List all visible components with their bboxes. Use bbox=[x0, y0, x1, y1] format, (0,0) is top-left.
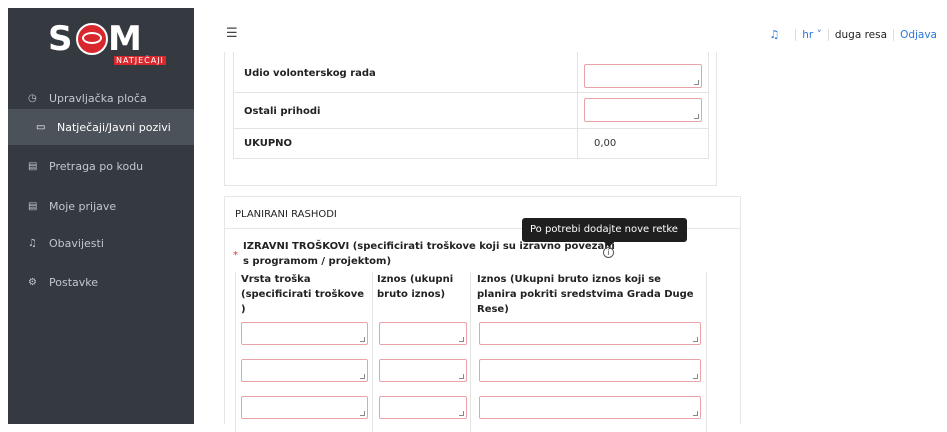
resize-handle-icon bbox=[459, 411, 464, 416]
amount-input[interactable] bbox=[379, 396, 467, 419]
column-divider bbox=[372, 272, 373, 432]
amount-input[interactable] bbox=[379, 322, 467, 345]
divider bbox=[795, 28, 797, 41]
logo-subtitle: NATJEČAJI bbox=[114, 56, 166, 65]
column-header: Vrsta troška (specificirati troškove ) bbox=[241, 274, 365, 315]
city-funded-amount-input[interactable] bbox=[479, 322, 701, 345]
table-row: UKUPNO 0,00 bbox=[233, 129, 709, 159]
resize-handle-icon bbox=[694, 80, 699, 85]
document-icon: ▤ bbox=[28, 200, 38, 212]
sidebar-item-label: Natječaji/Javni pozivi bbox=[57, 120, 171, 134]
logo[interactable]: S M NATJEČAJI bbox=[48, 19, 172, 65]
sidebar-item-label: Obavijesti bbox=[49, 236, 104, 250]
column-header: Iznos (Ukupni bruto iznos koji se planir… bbox=[477, 274, 694, 315]
menu-toggle-icon[interactable]: ☰ bbox=[226, 26, 238, 41]
section-title: PLANIRANI RASHODI bbox=[235, 209, 337, 220]
column-divider bbox=[577, 52, 578, 92]
user-name: duga resa bbox=[834, 28, 888, 41]
direct-costs-table: Vrsta troška (specificirati troškove ) I… bbox=[235, 272, 707, 432]
resize-handle-icon bbox=[459, 374, 464, 379]
tooltip-arrow bbox=[604, 242, 614, 247]
amount-input[interactable] bbox=[379, 359, 467, 382]
income-card: Udio volonterskog rada Ostali prihodi UK… bbox=[224, 52, 717, 186]
resize-handle-icon bbox=[693, 337, 698, 342]
direct-costs-title: IZRAVNI TROŠKOVI (specificirati troškove… bbox=[243, 241, 615, 267]
info-icon[interactable]: i bbox=[603, 247, 614, 258]
sidebar-item-search-by-code[interactable]: ▤ Pretraga po kodu bbox=[8, 148, 194, 184]
resize-handle-icon bbox=[360, 337, 365, 342]
column-divider bbox=[577, 93, 578, 128]
column-divider bbox=[235, 272, 236, 432]
row-label: UKUPNO bbox=[244, 138, 293, 149]
folder-icon: ▭ bbox=[36, 121, 46, 133]
row-label: Ostali prihodi bbox=[244, 106, 321, 117]
city-funded-amount-input[interactable] bbox=[479, 396, 701, 419]
sidebar-item-natjecaji[interactable]: ▭ Natječaji/Javni pozivi bbox=[8, 109, 194, 145]
topbar: ☰ ♫ hr ˅ duga resa Odjava bbox=[194, 0, 947, 52]
table-row: Udio volonterskog rada bbox=[233, 52, 709, 93]
sidebar-item-label: Pretraga po kodu bbox=[49, 159, 144, 173]
column-divider bbox=[706, 272, 707, 432]
sidebar-item-label: Postavke bbox=[49, 275, 99, 289]
resize-handle-icon bbox=[694, 114, 699, 119]
resize-handle-icon bbox=[360, 374, 365, 379]
sidebar-item-my-applications[interactable]: ▤ Moje prijave bbox=[8, 188, 194, 224]
sidebar-item-notifications[interactable]: ♫ Obavijesti bbox=[8, 225, 194, 261]
notifications-bell-icon[interactable]: ♫ bbox=[769, 28, 779, 41]
total-value: 0,00 bbox=[594, 138, 617, 149]
table-row: Ostali prihodi bbox=[233, 93, 709, 129]
column-divider bbox=[470, 272, 471, 432]
divider bbox=[893, 28, 895, 41]
logo-letter-m: M bbox=[108, 19, 142, 59]
row-label: Udio volonterskog rada bbox=[244, 68, 376, 79]
logout-link[interactable]: Odjava bbox=[900, 29, 937, 41]
cost-type-input[interactable] bbox=[241, 359, 368, 382]
language-select[interactable]: hr ˅ bbox=[802, 29, 822, 41]
document-search-icon: ▤ bbox=[28, 160, 38, 172]
sidebar-item-settings[interactable]: ⚙ Postavke bbox=[8, 264, 194, 300]
required-marker: * bbox=[233, 250, 238, 261]
sidebar: S M NATJEČAJI ◷ Upravljačka ploča ▭ Natj… bbox=[8, 8, 194, 424]
sidebar-item-label: Upravljačka ploča bbox=[49, 91, 147, 105]
sidebar-item-label: Moje prijave bbox=[49, 199, 117, 213]
logo-letter-s: S bbox=[48, 19, 73, 59]
bell-icon: ♫ bbox=[28, 237, 37, 249]
other-income-input[interactable] bbox=[584, 98, 702, 122]
volunteer-work-input[interactable] bbox=[584, 64, 702, 88]
settings-icon: ⚙ bbox=[28, 276, 37, 288]
city-funded-amount-input[interactable] bbox=[479, 359, 701, 382]
column-header: Iznos (ukupni bruto iznos) bbox=[377, 274, 454, 300]
cost-type-input[interactable] bbox=[241, 396, 368, 419]
resize-handle-icon bbox=[693, 411, 698, 416]
fish-icon bbox=[82, 32, 102, 44]
divider bbox=[827, 28, 829, 41]
resize-handle-icon bbox=[693, 374, 698, 379]
resize-handle-icon bbox=[459, 337, 464, 342]
tooltip: Po potrebi dodajte nove retke bbox=[522, 218, 687, 242]
column-divider bbox=[577, 129, 578, 158]
dashboard-icon: ◷ bbox=[28, 92, 37, 104]
topbar-right: ♫ hr ˅ duga resa Odjava bbox=[769, 28, 937, 41]
resize-handle-icon bbox=[360, 411, 365, 416]
cost-type-input[interactable] bbox=[241, 322, 368, 345]
